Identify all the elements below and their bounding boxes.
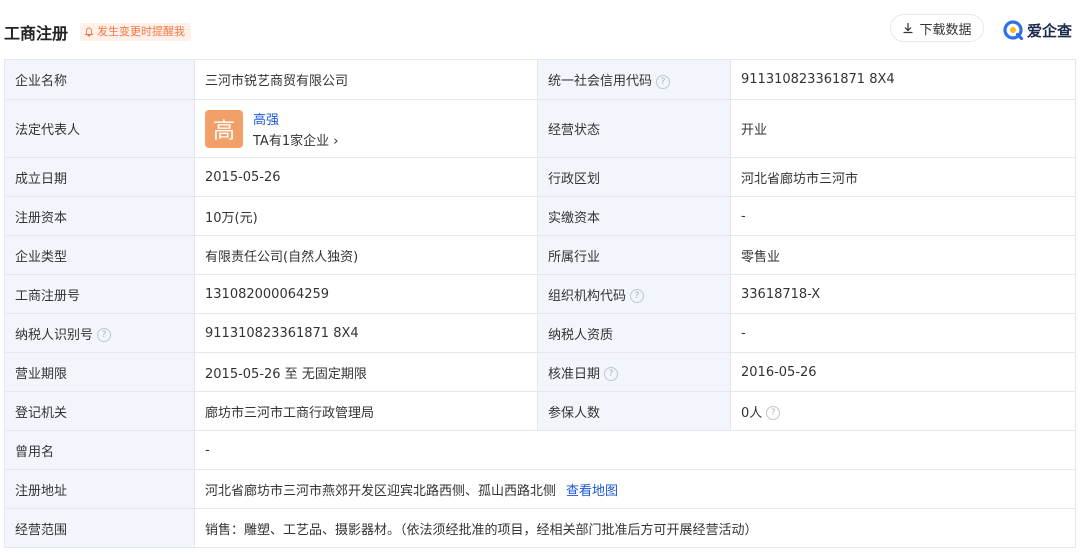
bell-icon	[84, 27, 94, 37]
credit-code-value: 911310823361871 8X4	[730, 59, 1076, 100]
operating-status-value: 开业	[730, 99, 1076, 158]
established-date-label: 成立日期	[4, 157, 195, 197]
section-title: 工商注册	[4, 24, 69, 43]
taxpayer-qualification-value: -	[730, 313, 1076, 353]
legal-rep-info: 高强 TA有1家企业 ›	[253, 109, 338, 149]
company-type-label: 企业类型	[4, 235, 195, 275]
change-remind-label: 发生变更时提醒我	[97, 25, 185, 38]
former-name-value: -	[194, 430, 1076, 470]
org-code-label: 组织机构代码	[548, 288, 627, 304]
admin-region-value: 河北省廊坊市三河市	[730, 157, 1076, 197]
established-date-value: 2015-05-26	[194, 157, 538, 197]
insured-count-cell: 0人?	[730, 391, 1076, 431]
registered-capital-value: 10万(元)	[194, 196, 538, 236]
table-row: 营业期限 2015-05-26 至 无固定期限 核准日期? 2016-05-26	[4, 352, 1076, 392]
table-row: 工商注册号 131082000064259 组织机构代码? 33618718-X	[4, 274, 1076, 314]
download-data-button[interactable]: 下载数据	[890, 14, 984, 42]
business-term-label: 营业期限	[4, 352, 195, 392]
registration-authority-value: 廊坊市三河市工商行政管理局	[194, 391, 538, 431]
section-header: 工商注册 发生变更时提醒我 下载数据 爱企查	[0, 0, 1080, 58]
aiqicha-logo-icon	[1003, 20, 1024, 41]
chevron-right-icon: ›	[333, 133, 339, 149]
table-row: 成立日期 2015-05-26 行政区划 河北省廊坊市三河市	[4, 157, 1076, 197]
legal-rep-cell: 高 高强 TA有1家企业 ›	[194, 99, 538, 158]
industry-label: 所属行业	[537, 235, 731, 275]
table-row: 企业名称 三河市锐艺商贸有限公司 统一社会信用代码? 9113108233618…	[4, 59, 1076, 100]
org-code-label-cell: 组织机构代码?	[537, 274, 731, 314]
former-name-label: 曾用名	[4, 430, 195, 470]
avatar[interactable]: 高	[205, 109, 243, 148]
table-row: 曾用名 -	[4, 430, 1076, 470]
insured-count-label: 参保人数	[537, 391, 731, 431]
legal-rep-person: 高 高强 TA有1家企业 ›	[205, 109, 537, 149]
credit-code-label-cell: 统一社会信用代码?	[537, 59, 731, 100]
admin-region-label: 行政区划	[537, 157, 731, 197]
approval-date-label-cell: 核准日期?	[537, 352, 731, 392]
table-row: 纳税人识别号? 911310823361871 8X4 纳税人资质 -	[4, 313, 1076, 353]
registration-authority-label: 登记机关	[4, 391, 195, 431]
table-row: 企业类型 有限责任公司(自然人独资) 所属行业 零售业	[4, 235, 1076, 275]
business-term-value: 2015-05-26 至 无固定期限	[194, 352, 538, 392]
industry-value: 零售业	[730, 235, 1076, 275]
paid-capital-label: 实缴资本	[537, 196, 731, 236]
approval-date-label: 核准日期	[548, 366, 601, 382]
table-row: 经营范围 销售：雕塑、工艺品、摄影器材。（依法须经批准的项目，经相关部门批准后方…	[4, 508, 1076, 548]
table-row: 注册资本 10万(元) 实缴资本 -	[4, 196, 1076, 236]
taxpayer-id-label-cell: 纳税人识别号?	[4, 313, 195, 353]
registered-address-value: 河北省廊坊市三河市燕郊开发区迎宾北路西侧、孤山西路北侧	[205, 483, 557, 499]
help-icon[interactable]: ?	[656, 74, 671, 89]
business-scope-value: 销售：雕塑、工艺品、摄影器材。（依法须经批准的项目，经相关部门批准后方可开展经营…	[194, 508, 1076, 548]
credit-code-label: 统一社会信用代码	[548, 74, 653, 89]
legal-rep-name-link[interactable]: 高强	[253, 109, 338, 128]
company-name-value: 三河市锐艺商贸有限公司	[194, 59, 538, 100]
legal-rep-count-text: TA有1家企业	[253, 133, 330, 149]
company-name-label: 企业名称	[4, 59, 195, 100]
help-icon[interactable]: ?	[97, 328, 112, 342]
table-row: 注册地址 河北省廊坊市三河市燕郊开发区迎宾北路西侧、孤山西路北侧 查看地图	[4, 469, 1076, 509]
taxpayer-id-label: 纳税人识别号	[15, 327, 94, 343]
business-scope-label: 经营范围	[4, 508, 195, 548]
help-icon[interactable]: ?	[604, 367, 619, 381]
legal-rep-company-count[interactable]: TA有1家企业 ›	[253, 130, 338, 149]
help-icon[interactable]: ?	[766, 406, 781, 420]
help-icon[interactable]: ?	[630, 289, 645, 303]
legal-rep-label: 法定代表人	[4, 99, 195, 158]
brand-logo: 爱企查	[1002, 18, 1072, 42]
registration-number-value: 131082000064259	[194, 274, 538, 314]
registration-number-label: 工商注册号	[4, 274, 195, 314]
registered-address-cell: 河北省廊坊市三河市燕郊开发区迎宾北路西侧、孤山西路北侧 查看地图	[194, 469, 1076, 509]
table-row: 登记机关 廊坊市三河市工商行政管理局 参保人数 0人?	[4, 391, 1076, 431]
change-remind-button[interactable]: 发生变更时提醒我	[80, 23, 191, 41]
operating-status-label: 经营状态	[537, 99, 731, 158]
business-registration-table: 企业名称 三河市锐艺商贸有限公司 统一社会信用代码? 9113108233618…	[4, 59, 1076, 548]
org-code-value: 33618718-X	[730, 274, 1076, 314]
view-map-link[interactable]: 查看地图	[566, 484, 618, 499]
taxpayer-id-value: 911310823361871 8X4	[194, 313, 538, 353]
insured-count-value: 0人	[741, 405, 763, 421]
download-icon	[903, 23, 913, 34]
registered-address-label: 注册地址	[4, 469, 195, 509]
download-data-label: 下载数据	[919, 22, 972, 38]
paid-capital-value: -	[730, 196, 1076, 236]
table-row: 法定代表人 高 高强 TA有1家企业 › 经营状态 开业	[4, 99, 1076, 158]
taxpayer-qualification-label: 纳税人资质	[537, 313, 731, 353]
registered-capital-label: 注册资本	[4, 196, 195, 236]
approval-date-value: 2016-05-26	[730, 352, 1076, 392]
brand-name: 爱企查	[1027, 21, 1073, 40]
company-type-value: 有限责任公司(自然人独资)	[194, 235, 538, 275]
